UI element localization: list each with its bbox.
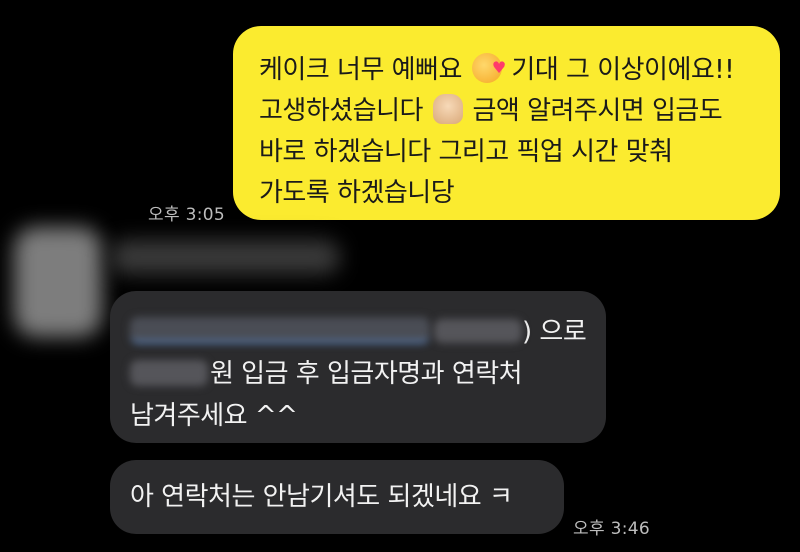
message-line: 가도록 하겠습니당 (259, 178, 455, 208)
message-timestamp: 오후 3:05 (148, 205, 225, 225)
incoming-message-bubble[interactable]: ) 으로 원 입금 후 입금자명과 연락처 남겨주세요 ^^ (110, 291, 606, 443)
message-text: 케이크 너무 예뻐요 (259, 55, 462, 85)
sender-name-redacted (110, 240, 340, 274)
message-line: 원 입금 후 입금자명과 연락처 (130, 353, 586, 395)
message-line: ) 으로 (130, 311, 587, 353)
message-text: 금액 알려주시면 입금도 (472, 96, 723, 126)
message-line: 고생하셨습니다 금액 알려주시면 입금도 (259, 91, 760, 132)
message-text: 원 입금 후 입금자명과 연락처 (210, 359, 523, 389)
redacted-account-link[interactable] (130, 317, 430, 343)
thumbs-up-icon (432, 94, 463, 124)
sender-avatar[interactable] (14, 227, 102, 337)
outgoing-message-bubble[interactable]: 케이크 너무 예뻐요 기대 그 이상이에요!! 고생하셨습니다 금액 알려주시면… (233, 26, 780, 220)
smiling-face-with-hearts-icon (471, 47, 506, 88)
redacted-text (434, 319, 522, 343)
incoming-message-bubble[interactable]: 아 연락처는 안남기셔도 되겠네요 ㅋ (110, 460, 564, 534)
message-text: 아 연락처는 안남기셔도 되겠네요 ㅋ (130, 482, 513, 512)
message-line: 남겨주세요 ^^ (130, 401, 298, 431)
message-line: 케이크 너무 예뻐요 기대 그 이상이에요!! (259, 47, 760, 91)
message-text: 기대 그 이상이에요!! (511, 55, 735, 85)
redacted-amount (130, 360, 208, 386)
message-line: 바로 하겠습니다 그리고 픽업 시간 맞춰 (259, 137, 673, 167)
message-text: ) 으로 (522, 317, 587, 347)
message-text: 고생하셨습니다 (259, 96, 423, 126)
message-timestamp: 오후 3:46 (573, 519, 650, 539)
